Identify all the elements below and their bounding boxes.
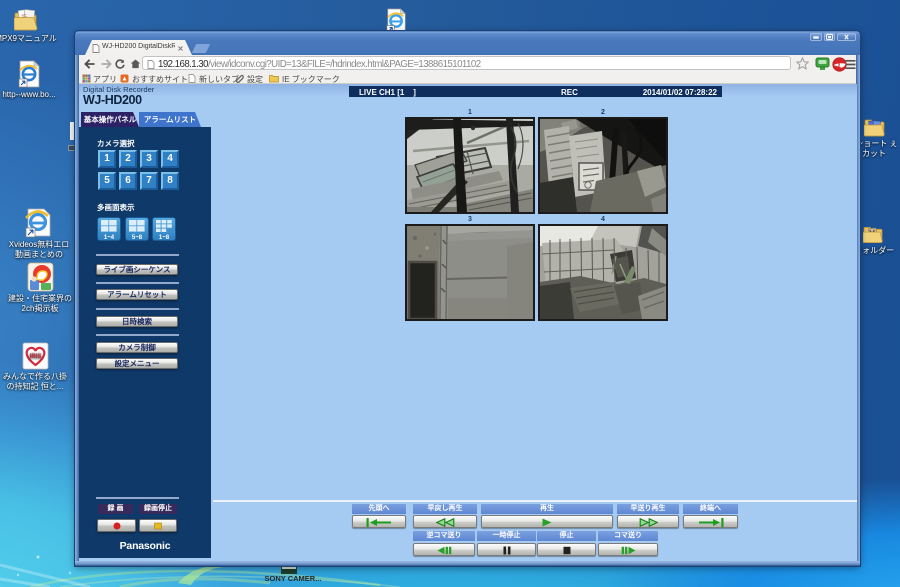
svg-text:IRIS: IRIS [29,354,41,360]
